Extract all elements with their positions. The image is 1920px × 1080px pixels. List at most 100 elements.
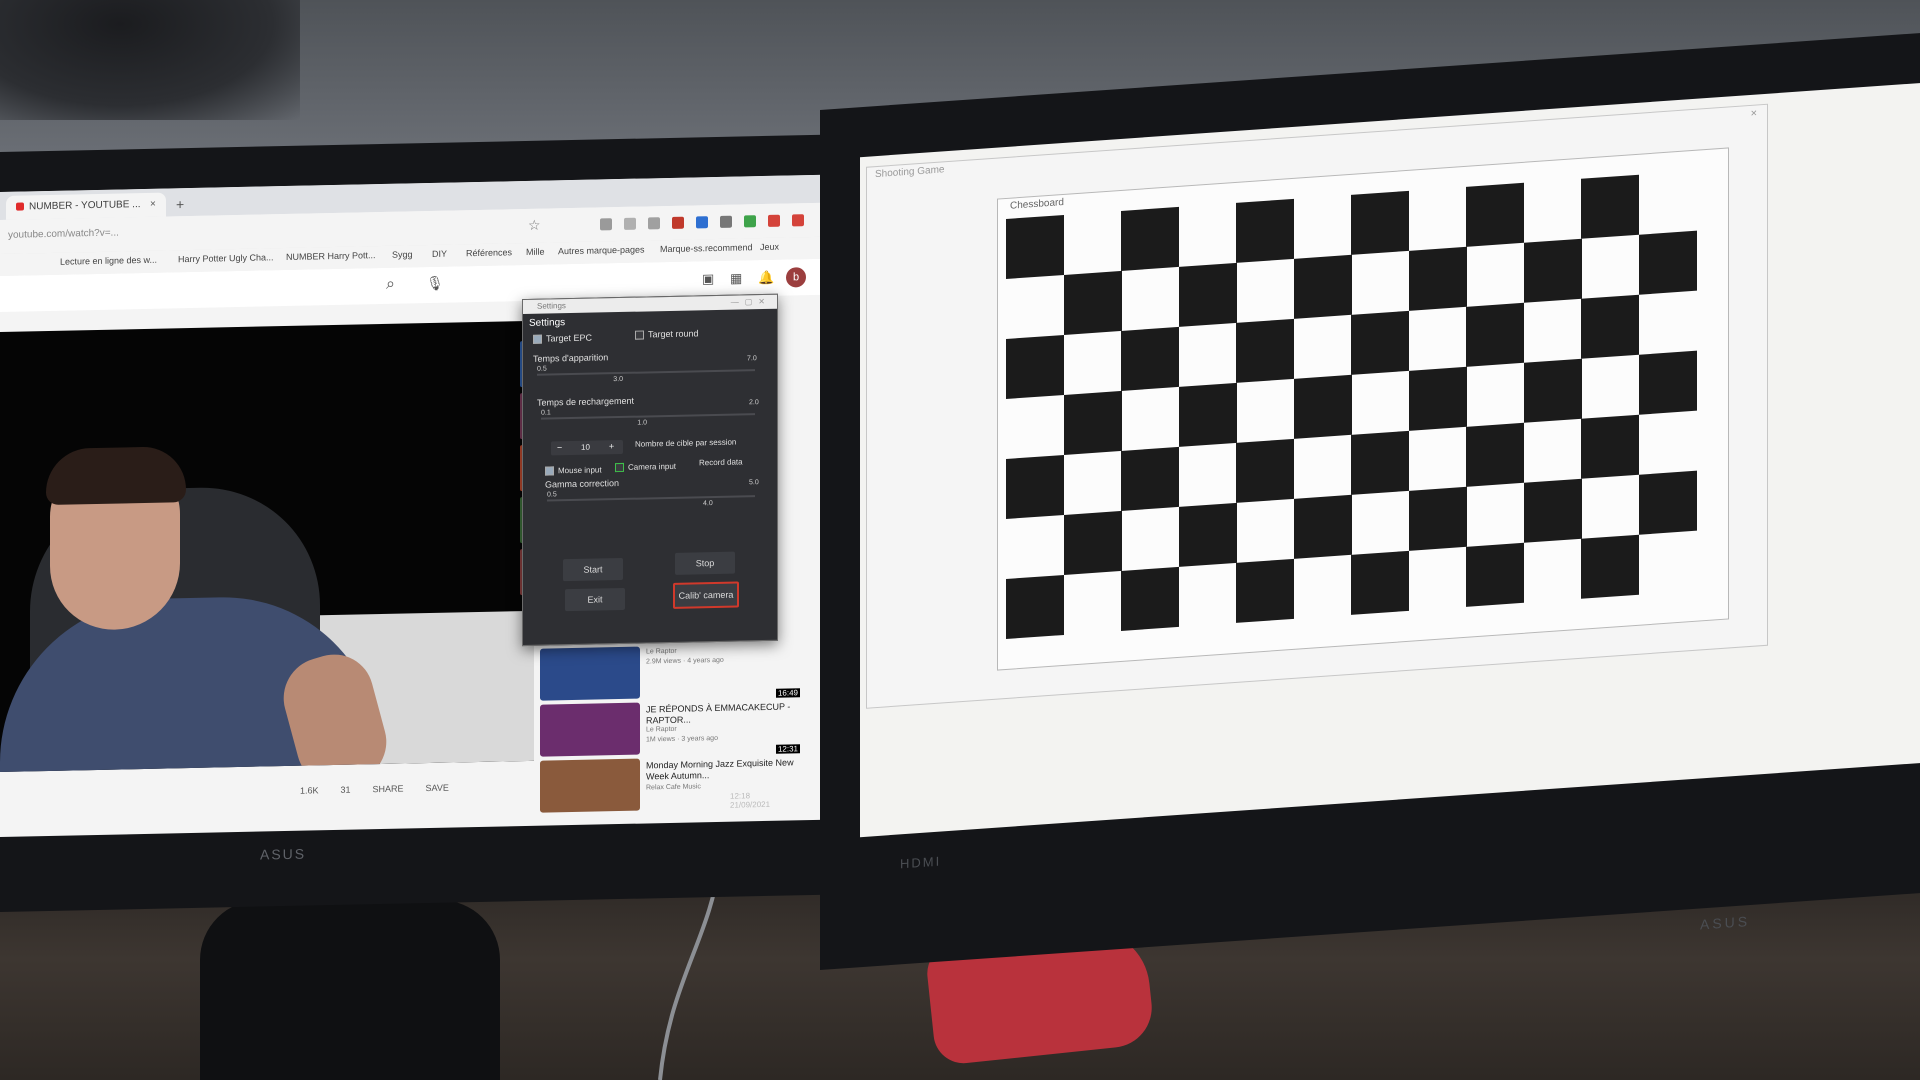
recommendation-channel: Relax Cafe Music (646, 783, 701, 792)
extension-icon[interactable] (720, 215, 732, 228)
appearance-slider[interactable] (537, 369, 755, 376)
chessboard-square (1006, 214, 1064, 279)
checkbox-icon[interactable] (635, 330, 644, 340)
youtube-icon (16, 202, 24, 212)
extension-icon[interactable] (744, 215, 756, 228)
gamma-label: Gamma correction (545, 478, 620, 490)
extension-icon[interactable] (624, 217, 636, 230)
gamma-min: 0.5 (547, 491, 557, 499)
bookmark-item[interactable]: Lecture en ligne des w... (60, 255, 157, 267)
window-controls[interactable]: —▢✕ (731, 295, 771, 310)
chessboard-square (1581, 414, 1639, 479)
bookmark-star-icon[interactable]: ☆ (528, 217, 541, 234)
video-duration: 16:49 (775, 688, 800, 698)
chessboard-square (1121, 326, 1179, 391)
monitor-brand-logo: ASUS (260, 845, 307, 863)
calibrate-camera-button[interactable]: Calib' camera (673, 581, 739, 609)
left-monitor: NUMBER - YOUTUBE ... × + youtube.com/wat… (0, 133, 860, 912)
exit-button[interactable]: Exit (565, 587, 625, 612)
right-taskbar: ⊞ ⌕ ○ (900, 809, 1920, 838)
tab-close-icon[interactable]: × (150, 193, 164, 217)
camera-input-option[interactable]: Camera input (615, 461, 676, 473)
extension-icon[interactable] (768, 214, 780, 227)
gamma-max: 5.0 (749, 479, 759, 487)
bookmark-item[interactable]: Harry Potter Ugly Cha... (178, 252, 274, 264)
recommendation-item[interactable]: 16:49 Le Raptor 2.9M views · 4 years ago (540, 643, 800, 704)
reload-slider[interactable] (541, 413, 755, 420)
clock-date: 21/09/2021 (730, 799, 771, 810)
system-tray[interactable]: 12:18 21/09/2021 (730, 791, 771, 810)
monitor-port-label: HDMI (900, 853, 942, 872)
chessboard-pattern (1006, 171, 1697, 639)
window-title[interactable]: Shooting Game (875, 164, 945, 180)
target-epc-option[interactable]: Target EPC (533, 333, 592, 344)
url-text[interactable]: youtube.com/watch?v=... (8, 228, 119, 241)
share-button[interactable]: SHARE (373, 784, 404, 795)
chessboard-square (1293, 494, 1352, 559)
extension-icon[interactable] (600, 218, 612, 231)
close-icon[interactable]: × (1751, 107, 1757, 119)
chessboard-square (1006, 574, 1064, 639)
target-round-option[interactable]: Target round (635, 328, 699, 340)
create-video-icon[interactable]: ▣ (702, 271, 714, 287)
bookmark-item[interactable]: Références (466, 247, 512, 258)
chessboard-square (1121, 566, 1179, 631)
extension-icon[interactable] (696, 216, 708, 229)
shooting-game-window: Shooting Game × Chessboard (866, 103, 1768, 709)
checkbox-icon[interactable] (533, 334, 542, 344)
bookmark-item[interactable]: NUMBER Harry Pott... (286, 250, 376, 262)
save-button[interactable]: SAVE (426, 783, 449, 793)
stepper-plus-button[interactable]: + (609, 441, 614, 451)
stepper-minus-button[interactable]: − (557, 442, 562, 452)
chessboard-square (1351, 310, 1409, 375)
avatar[interactable]: b (786, 267, 806, 288)
apps-grid-icon[interactable]: ▦ (730, 270, 742, 286)
bookmark-item[interactable]: Sygg (392, 249, 413, 259)
chessboard-square (1581, 174, 1639, 239)
checkbox-icon[interactable] (545, 466, 554, 476)
start-button[interactable]: Start (563, 557, 623, 582)
bookmark-item[interactable]: DIY (432, 249, 447, 259)
checkbox-icon[interactable] (615, 463, 624, 473)
recommendation-thumbnail[interactable] (540, 646, 640, 701)
search-icon[interactable]: ⌕ (386, 276, 395, 294)
bookmark-item[interactable]: Jeux (760, 242, 779, 252)
reload-label: Temps de rechargement (537, 395, 635, 408)
like-count[interactable]: 1.6K (300, 785, 319, 795)
recommendation-item[interactable]: 12:31 JE RÉPONDS À EMMACAKECUP - RAPTOR.… (540, 699, 800, 760)
stepper-value[interactable]: 10 (581, 443, 590, 452)
chessboard-square (1581, 534, 1639, 599)
chessboard-square (1236, 558, 1294, 623)
targets-stepper[interactable]: − 10 + (551, 439, 623, 456)
chessboard-square (1466, 542, 1524, 607)
recommendation-meta: 1M views · 3 years ago (646, 734, 718, 744)
bookmark-item[interactable]: Marque-ss.recommend (660, 242, 753, 254)
chessboard-title[interactable]: Chessboard (1010, 197, 1064, 212)
recommendation-title[interactable]: Monday Morning Jazz Exquisite New Week A… (646, 757, 796, 782)
bookmark-item[interactable]: Mille (526, 247, 545, 257)
new-tab-button[interactable]: + (176, 192, 196, 216)
record-data-option[interactable]: Record data (699, 457, 743, 467)
recommendation-channel: Le Raptor (646, 647, 677, 656)
recommendation-thumbnail[interactable] (540, 702, 640, 757)
chessboard-square (1523, 478, 1582, 543)
chessboard-square (1523, 238, 1582, 303)
dislike-count[interactable]: 31 (341, 785, 351, 795)
chessboard-window: Chessboard (997, 147, 1729, 671)
extension-icon[interactable] (672, 216, 684, 229)
settings-dialog: Settings —▢✕ Settings Target EPC Target … (522, 293, 778, 647)
gamma-slider[interactable] (547, 495, 755, 502)
settings-title: Settings (529, 317, 566, 329)
stop-button[interactable]: Stop (675, 551, 735, 575)
recommendation-thumbnail[interactable] (540, 758, 640, 813)
video-player[interactable] (0, 320, 534, 772)
microphone-icon[interactable]: 🎙 (426, 275, 444, 292)
bookmark-item[interactable]: Autres marque-pages (558, 244, 645, 256)
notifications-bell-icon[interactable]: 🔔 (758, 270, 774, 286)
extension-icon[interactable] (648, 217, 660, 230)
recommendation-title[interactable]: JE RÉPONDS À EMMACAKECUP - RAPTOR... (646, 701, 796, 726)
chessboard-square (1408, 486, 1467, 551)
mouse-input-option[interactable]: Mouse input (545, 464, 602, 476)
extension-icon[interactable] (792, 214, 804, 227)
browser-tab[interactable]: NUMBER - YOUTUBE ... (6, 192, 166, 220)
